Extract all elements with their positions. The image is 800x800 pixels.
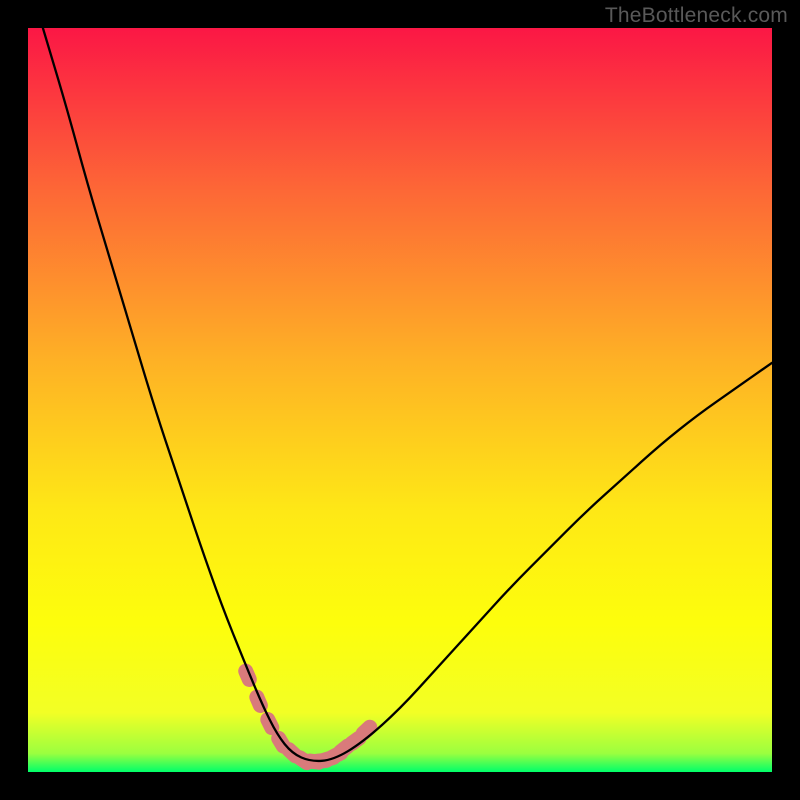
gradient-background [28, 28, 772, 772]
bottleneck-chart [28, 28, 772, 772]
plot-area [28, 28, 772, 772]
chart-frame: TheBottleneck.com [0, 0, 800, 800]
watermark-text: TheBottleneck.com [605, 4, 788, 28]
